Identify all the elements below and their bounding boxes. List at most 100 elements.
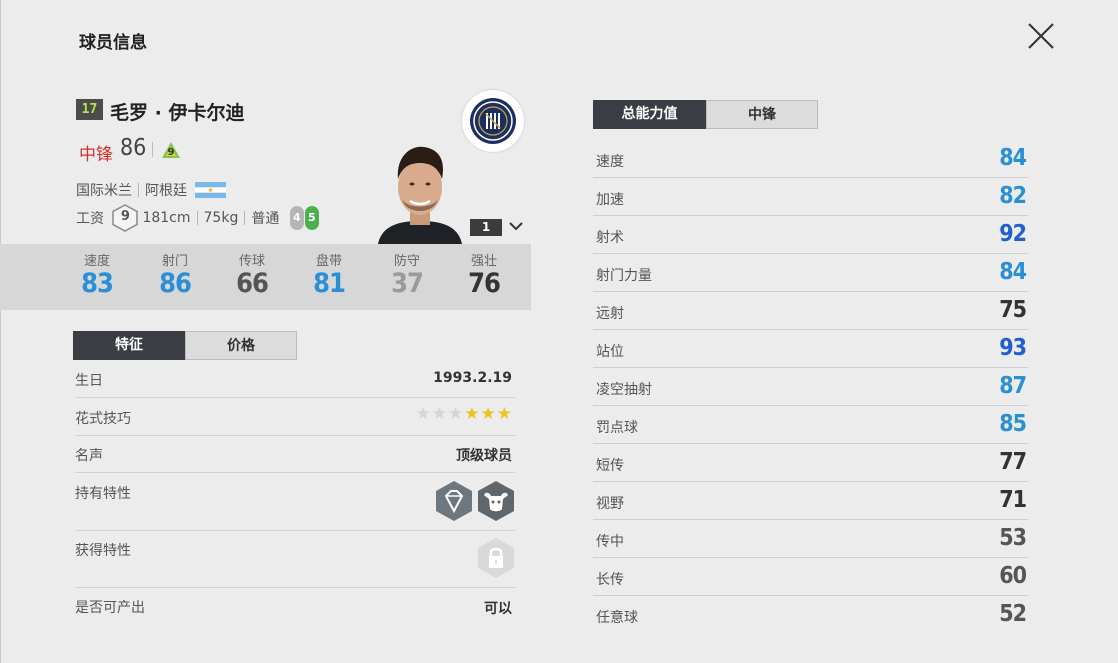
attr-label: 站位 [596, 344, 624, 360]
attr-row: 站位 93 [593, 330, 1028, 368]
inter-logo-icon [470, 98, 516, 144]
attr-label: 罚点球 [596, 420, 638, 436]
attr-label: 长传 [596, 572, 624, 588]
lock-icon [478, 538, 514, 578]
tier-triangle-icon: 9 [162, 142, 180, 158]
wage-value: 9 [120, 209, 130, 224]
base-stat-defending: 防守 37 [372, 250, 442, 299]
season-badge: 17 [76, 99, 103, 120]
base-stat-shooting: 射门 86 [140, 250, 210, 299]
physical-row: 工资 9 181cm 75kg 普通 45 [76, 204, 319, 232]
held-label: 持有特性 [75, 486, 131, 502]
base-stat-physical: 强壮 76 [449, 250, 519, 299]
attr-row: 任意球 52 [593, 596, 1028, 634]
tradable-label: 是否可产出 [75, 600, 145, 616]
chevron-down-icon[interactable] [509, 220, 523, 232]
base-stat-value: 37 [391, 268, 424, 299]
attr-row: 罚点球 85 [593, 406, 1028, 444]
base-stat-value: 86 [159, 268, 192, 299]
attr-value: 53 [999, 525, 1027, 551]
star-filled-icon: ★ [496, 404, 512, 424]
attr-row: 射门力量 84 [593, 254, 1028, 292]
height: 181cm [142, 210, 191, 226]
attr-row: 视野 71 [593, 482, 1028, 520]
club-logo [462, 90, 524, 152]
attr-row: 加速 82 [593, 178, 1028, 216]
star-filled-icon: ★ [464, 404, 480, 424]
base-stat-label: 射门 [161, 254, 188, 269]
attr-label: 加速 [596, 192, 624, 208]
tab-price[interactable]: 价格 [185, 331, 297, 360]
trait-row-reputation: 名声 顶级球员 [75, 436, 515, 473]
star-empty-icon: ★ [448, 404, 464, 424]
bull-trait-icon[interactable] [476, 479, 516, 523]
attr-row: 短传 77 [593, 444, 1028, 482]
base-stat-value: 83 [81, 268, 114, 299]
page-title: 球员信息 [79, 33, 147, 53]
attr-label: 速度 [596, 154, 624, 170]
attr-row: 传中 53 [593, 520, 1028, 558]
base-stat-label: 强壮 [470, 254, 497, 269]
birthday-value: 1993.2.19 [433, 370, 512, 386]
close-icon[interactable] [1025, 20, 1057, 52]
attr-value: 52 [999, 601, 1027, 627]
tab-overall[interactable]: 总能力值 [593, 100, 706, 129]
attr-value: 75 [999, 297, 1027, 323]
attr-label: 传中 [596, 534, 624, 550]
base-stat-pace: 速度 83 [62, 250, 132, 299]
trait-row-held: 持有特性 [75, 473, 515, 531]
attr-row: 远射 75 [593, 292, 1028, 330]
base-stat-label: 传球 [238, 254, 265, 269]
birthday-label: 生日 [75, 373, 103, 389]
wage-label: 工资 [76, 211, 104, 227]
attr-value: 87 [999, 373, 1027, 399]
tab-traits[interactable]: 特征 [73, 331, 185, 360]
attr-label: 射术 [596, 230, 624, 246]
attr-label: 凌空抽射 [596, 382, 652, 398]
base-stat-passing: 传球 66 [217, 250, 287, 299]
tier-value: 9 [168, 147, 175, 158]
attr-value: 92 [999, 221, 1027, 247]
attr-value: 60 [999, 563, 1027, 589]
attr-label: 任意球 [596, 610, 638, 626]
player-name: 毛罗 · 伊卡尔迪 [110, 102, 245, 124]
skill-stars: ★★★★★★ [415, 404, 513, 424]
attr-value: 85 [999, 411, 1027, 437]
diamond-trait-icon[interactable] [434, 479, 474, 523]
nation-name: 阿根廷 [145, 183, 187, 199]
star-empty-icon: ★ [431, 404, 447, 424]
attr-row: 凌空抽射 87 [593, 368, 1028, 406]
weight: 75kg [203, 210, 239, 226]
club-nation-row: 国际米兰 阿根廷 [76, 180, 227, 200]
attr-label: 远射 [596, 306, 624, 322]
attr-value: 82 [999, 183, 1027, 209]
attr-row: 长传 60 [593, 558, 1028, 596]
strong-foot: 5 [304, 206, 319, 230]
player-portrait [378, 146, 462, 244]
position-rating: 86 [120, 135, 147, 161]
club-name: 国际米兰 [76, 183, 132, 199]
tab-striker[interactable]: 中锋 [706, 100, 818, 129]
trait-row-birthday: 生日 1993.2.19 [75, 362, 515, 398]
tradable-value: 可以 [484, 601, 512, 617]
base-stat-dribbling: 盘带 81 [294, 250, 364, 299]
base-stat-label: 速度 [83, 254, 110, 269]
base-stat-value: 66 [236, 268, 269, 299]
position-label: 中锋 [79, 145, 113, 165]
trait-row-tradable: 是否可产出 可以 [75, 588, 515, 626]
attr-value: 77 [999, 449, 1027, 475]
rank-selector[interactable]: 1 [470, 219, 502, 236]
attr-label: 射门力量 [596, 268, 652, 284]
base-stats-band: 速度 83 射门 86 传球 66 盘带 81 防守 37 强壮 76 [0, 244, 531, 310]
attr-value: 71 [999, 487, 1027, 513]
star-empty-icon: ★ [415, 404, 431, 424]
weak-foot: 4 [289, 206, 304, 230]
attr-value: 84 [999, 259, 1027, 285]
star-filled-icon: ★ [480, 404, 496, 424]
attr-value: 93 [999, 335, 1027, 361]
argentina-flag-icon [195, 182, 227, 198]
trait-row-skill: 花式技巧 ★★★★★★ [75, 398, 515, 436]
attr-row: 速度 84 [593, 140, 1028, 178]
attr-label: 短传 [596, 458, 624, 474]
base-stat-value: 76 [468, 268, 501, 299]
